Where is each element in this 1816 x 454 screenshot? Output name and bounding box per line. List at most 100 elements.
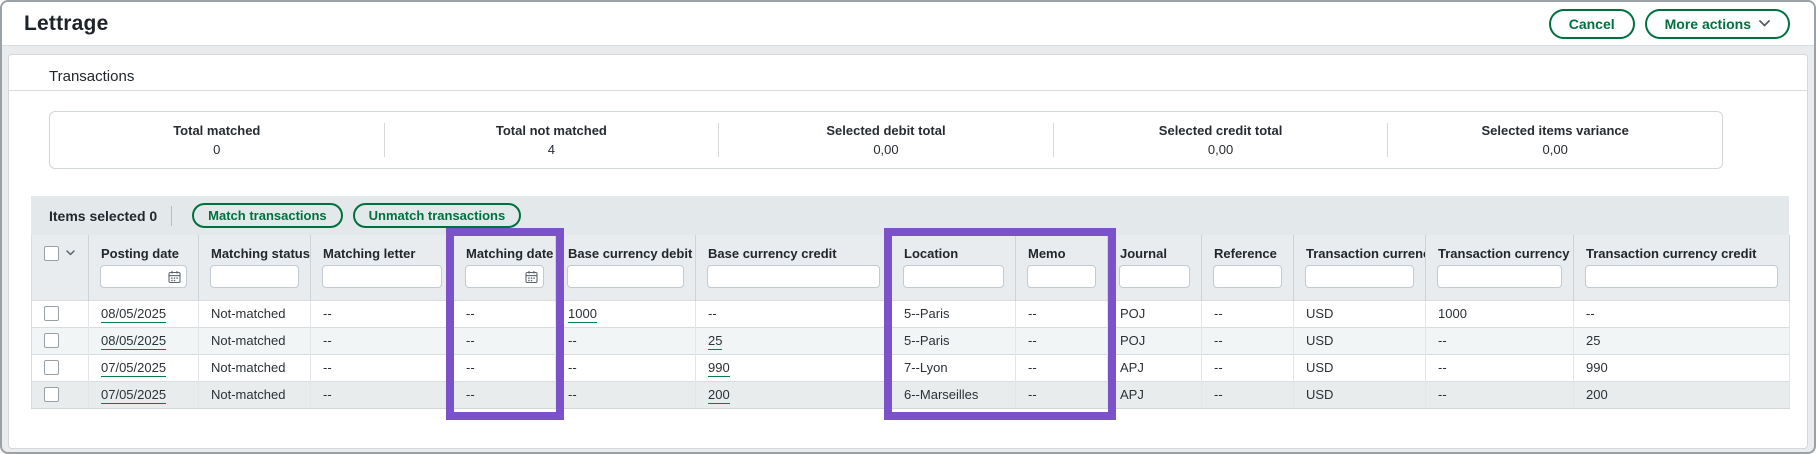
calendar-icon[interactable] (168, 270, 181, 284)
calendar-icon[interactable] (525, 270, 538, 284)
cell-reference: -- (1202, 381, 1294, 408)
cell-link-base-currency-credit[interactable]: 25 (708, 333, 722, 350)
cell-memo: -- (1016, 354, 1108, 381)
cell-location: 7--Lyon (892, 354, 1016, 381)
cell-matching-date: -- (454, 354, 556, 381)
filter-cell-transaction-currency (1294, 263, 1426, 300)
filter-input-location[interactable] (903, 265, 1004, 288)
cell-base-currency-credit: -- (696, 300, 892, 327)
cell-transaction-currency-debit: -- (1426, 327, 1574, 354)
column-header-reference: Reference (1202, 235, 1294, 263)
cell-matching-status: Not-matched (199, 327, 311, 354)
section-title: Transactions (49, 67, 1807, 87)
items-selected-count: Items selected 0 (49, 208, 157, 224)
filter-cell-posting-date (89, 263, 199, 300)
cell-matching-date: -- (454, 327, 556, 354)
select-all-checkbox[interactable] (44, 246, 59, 261)
cell-link-posting-date[interactable]: 08/05/2025 (101, 333, 166, 350)
summary-selected-debit-total: Selected debit total 0,00 (719, 112, 1053, 168)
filter-input-base-currency-credit[interactable] (707, 265, 880, 288)
grid-toolbar: Items selected 0 Match transactions Unma… (31, 196, 1789, 235)
column-header-transaction-currency-debit: Transaction currency debit (1426, 235, 1574, 263)
cell-transaction-currency-credit: -- (1574, 300, 1790, 327)
filter-cell-reference (1202, 263, 1294, 300)
column-header-location: Location (892, 235, 1016, 263)
cell-matching-letter: -- (311, 354, 454, 381)
cell-base-currency-debit: -- (556, 354, 696, 381)
filter-input-matching-letter[interactable] (322, 265, 442, 288)
filter-cell-location (892, 263, 1016, 300)
cell-memo: -- (1016, 381, 1108, 408)
filter-cell-journal (1108, 263, 1202, 300)
cell-memo: -- (1016, 300, 1108, 327)
table-row: 08/05/2025Not-matched----1000--5--Paris-… (32, 300, 1790, 327)
filter-input-base-currency-debit[interactable] (567, 265, 684, 288)
filter-input-journal[interactable] (1119, 265, 1190, 288)
filter-input-memo[interactable] (1027, 265, 1096, 288)
column-header-base-currency-credit: Base currency credit (696, 235, 892, 263)
cell-matching-date: -- (454, 381, 556, 408)
row-select-cell (32, 381, 89, 408)
cell-matching-status: Not-matched (199, 354, 311, 381)
unmatch-transactions-button[interactable]: Unmatch transactions (353, 203, 522, 228)
row-checkbox[interactable] (44, 387, 59, 402)
filter-input-matching-status[interactable] (210, 265, 299, 288)
cell-link-posting-date[interactable]: 07/05/2025 (101, 360, 166, 377)
row-select-cell (32, 327, 89, 354)
filter-cell-base-currency-debit (556, 263, 696, 300)
filter-cell-matching-status (199, 263, 311, 300)
cell-matching-letter: -- (311, 327, 454, 354)
cell-transaction-currency: USD (1294, 327, 1426, 354)
cell-transaction-currency-debit: 1000 (1426, 300, 1574, 327)
cell-transaction-currency-credit: 200 (1574, 381, 1790, 408)
cell-link-posting-date[interactable]: 07/05/2025 (101, 387, 166, 404)
summary-total-matched: Total matched 0 (50, 112, 384, 168)
filter-input-reference[interactable] (1213, 265, 1282, 288)
row-checkbox[interactable] (44, 333, 59, 348)
cell-transaction-currency-debit: -- (1426, 381, 1574, 408)
cell-base-currency-credit: 200 (696, 381, 892, 408)
cell-link-base-currency-debit[interactable]: 1000 (568, 306, 597, 323)
cell-memo: -- (1016, 327, 1108, 354)
filter-input-transaction-currency-debit[interactable] (1437, 265, 1562, 288)
select-filter-cell (32, 263, 89, 300)
cell-reference: -- (1202, 300, 1294, 327)
cancel-button[interactable]: Cancel (1549, 9, 1635, 39)
row-checkbox[interactable] (44, 306, 59, 321)
more-actions-button[interactable]: More actions (1645, 9, 1790, 39)
cell-transaction-currency-credit: 990 (1574, 354, 1790, 381)
cell-matching-status: Not-matched (199, 300, 311, 327)
cell-reference: -- (1202, 327, 1294, 354)
match-transactions-button[interactable]: Match transactions (192, 203, 342, 228)
page-header: Lettrage Cancel More actions (2, 2, 1814, 46)
row-checkbox[interactable] (44, 360, 59, 375)
filter-input-transaction-currency-credit[interactable] (1585, 265, 1778, 288)
column-header-journal: Journal (1108, 235, 1202, 263)
cell-link-posting-date[interactable]: 08/05/2025 (101, 306, 166, 323)
cell-link-base-currency-credit[interactable]: 990 (708, 360, 730, 377)
cell-link-base-currency-credit[interactable]: 200 (708, 387, 730, 404)
column-header-base-currency-debit: Base currency debit (556, 235, 696, 263)
filter-cell-matching-letter (311, 263, 454, 300)
cell-base-currency-debit: 1000 (556, 300, 696, 327)
cell-journal: APJ (1108, 381, 1202, 408)
filter-cell-memo (1016, 263, 1108, 300)
summary-bar: Total matched 0 Total not matched 4 Sele… (49, 111, 1723, 169)
section-divider (9, 90, 1807, 91)
cell-journal: POJ (1108, 327, 1202, 354)
cell-transaction-currency-credit: 25 (1574, 327, 1790, 354)
table-row: 08/05/2025Not-matched------255--Paris--P… (32, 327, 1790, 354)
toolbar-divider (171, 206, 172, 226)
transactions-card: Transactions Total matched 0 Total not m… (8, 54, 1808, 449)
column-header-transaction-currency-credit: Transaction currency credit (1574, 235, 1790, 263)
filter-input-transaction-currency[interactable] (1305, 265, 1414, 288)
cell-transaction-currency-debit: -- (1426, 354, 1574, 381)
cell-reference: -- (1202, 354, 1294, 381)
filter-cell-transaction-currency-debit (1426, 263, 1574, 300)
cell-transaction-currency: USD (1294, 300, 1426, 327)
cell-journal: POJ (1108, 300, 1202, 327)
cell-matching-letter: -- (311, 381, 454, 408)
row-select-cell (32, 354, 89, 381)
chevron-down-icon[interactable] (66, 250, 75, 256)
column-header-matching-date: Matching date (454, 235, 556, 263)
